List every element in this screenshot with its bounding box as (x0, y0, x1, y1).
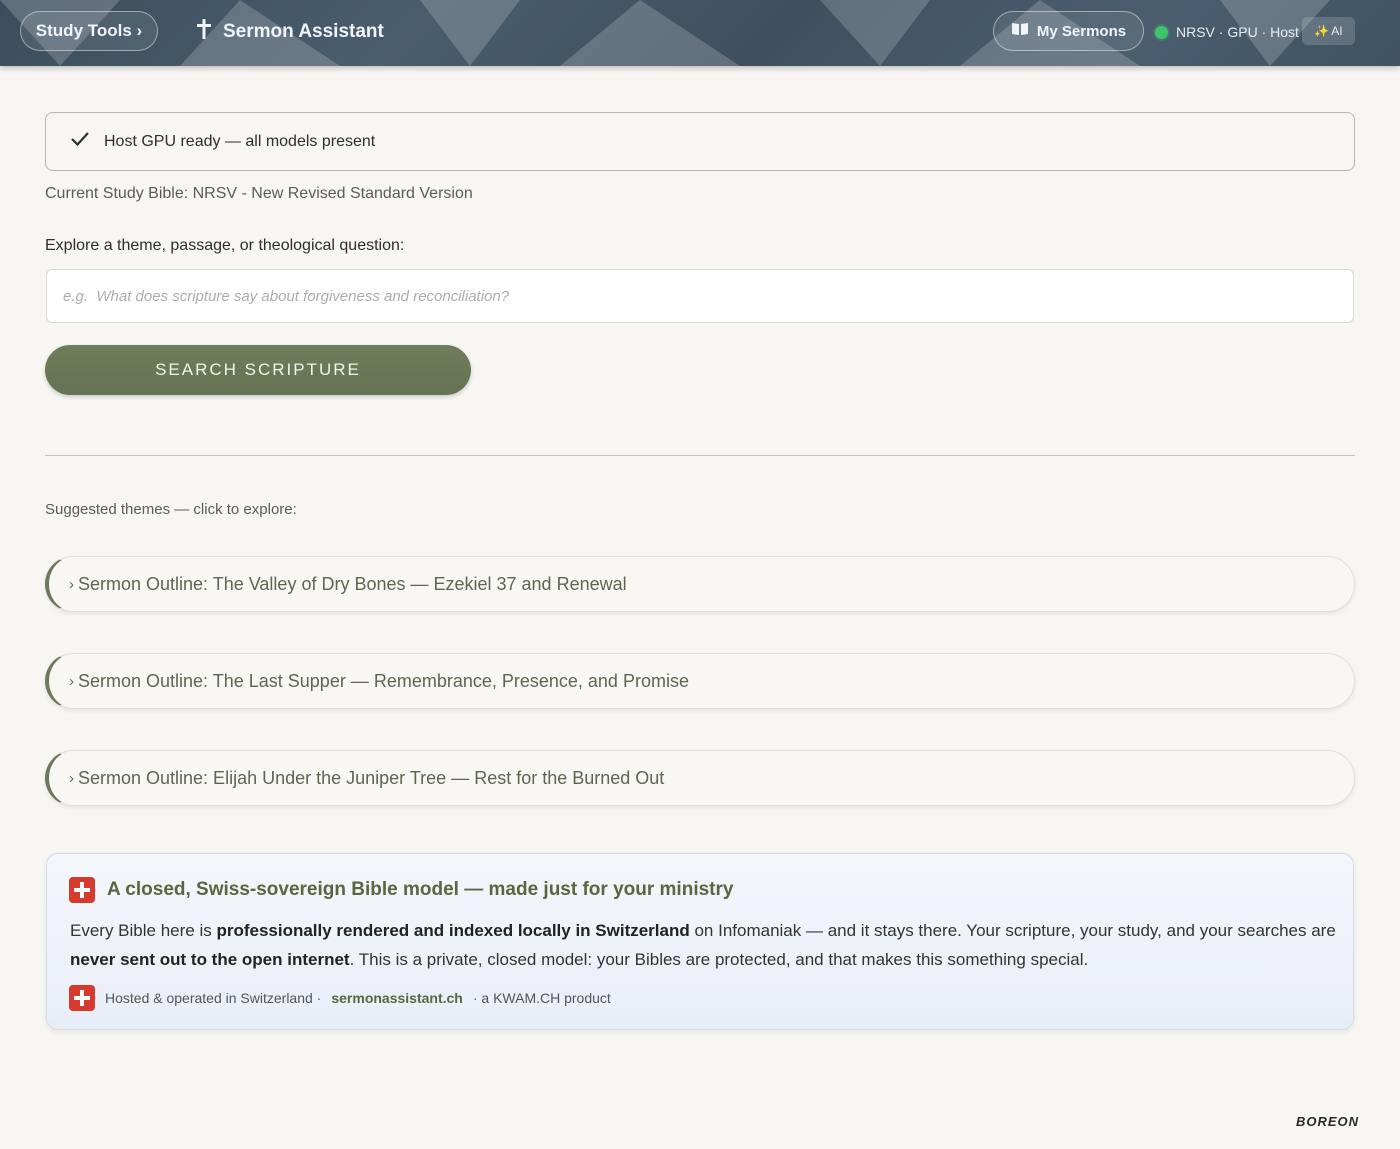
boreon-logo: BOREON (1296, 1114, 1360, 1129)
site-link[interactable]: sermonassistant.ch (331, 990, 463, 1006)
info-card-title: A closed, Swiss-sovereign Bible model — … (69, 877, 733, 903)
info-card-title-text: A closed, Swiss-sovereign Bible model — … (107, 879, 734, 900)
chevron-right-icon: › (69, 769, 74, 787)
theme-label: Sermon Outline: The Last Supper — Rememb… (78, 670, 689, 691)
theme-item[interactable]: › Sermon Outline: The Valley of Dry Bone… (45, 556, 1355, 612)
model-status: NRSV · GPU · Host (1155, 20, 1299, 44)
theme-label: Sermon Outline: Elijah Under the Juniper… (78, 767, 665, 788)
cross-icon (197, 19, 211, 45)
swiss-flag-icon (69, 985, 95, 1011)
ai-badge-label: AI (1331, 24, 1343, 38)
swiss-flag-icon (69, 877, 95, 903)
body-emphasis: professionally rendered and indexed loca… (216, 921, 690, 940)
my-sermons-label: My Sermons (1036, 22, 1127, 40)
ai-badge[interactable]: ✨ AI (1302, 17, 1355, 45)
current-bible-label: Current Study Bible: NRSV - New Revised … (45, 185, 473, 202)
body-emphasis: never sent out to the open internet (70, 950, 350, 969)
info-card-body: Every Bible here is professionally rende… (70, 916, 1340, 974)
app-title: Sermon Assistant (223, 21, 384, 42)
status-text: NRSV · GPU · Host (1176, 24, 1299, 40)
info-card-footer: Hosted & operated in Switzerland · sermo… (69, 985, 611, 1011)
study-tools-label: Study Tools › (35, 21, 143, 40)
footer-prefix: Hosted & operated in Switzerland · (105, 990, 322, 1006)
search-input[interactable] (46, 269, 1354, 323)
theme-item[interactable]: › Sermon Outline: The Last Supper — Reme… (45, 653, 1355, 709)
gpu-ready-banner: Host GPU ready — all models present (45, 112, 1355, 171)
body-text: . This is a private, closed model: your … (349, 950, 1089, 969)
footer-suffix: · a KWAM.CH product (472, 990, 611, 1006)
sparkle-icon: ✨ (1314, 24, 1330, 38)
body-text: Every Bible here is (70, 921, 217, 940)
ready-message: Host GPU ready — all models present (104, 132, 376, 150)
book-icon (1011, 22, 1029, 40)
top-navigation-bar: Study Tools › Sermon Assistant My Sermon… (0, 0, 1400, 66)
body-text: on Infomaniak — and it stays there. Your… (689, 921, 1336, 940)
my-sermons-button[interactable]: My Sermons (993, 11, 1144, 51)
chevron-right-icon: › (69, 575, 74, 593)
suggested-themes-label: Suggested themes — click to explore: (45, 501, 297, 518)
divider (45, 455, 1355, 456)
theme-label: Sermon Outline: The Valley of Dry Bones … (78, 573, 627, 594)
swiss-info-card: A closed, Swiss-sovereign Bible model — … (46, 853, 1354, 1030)
search-scripture-button[interactable]: SEARCH SCRIPTURE (45, 345, 471, 395)
status-dot-icon (1155, 25, 1168, 39)
study-tools-button[interactable]: Study Tools › (20, 11, 158, 51)
checkmark-icon (70, 131, 90, 152)
chevron-right-icon: › (69, 672, 74, 690)
explore-label: Explore a theme, passage, or theological… (45, 237, 405, 254)
app-brand: Sermon Assistant (197, 18, 384, 46)
theme-item[interactable]: › Sermon Outline: Elijah Under the Junip… (45, 750, 1355, 806)
